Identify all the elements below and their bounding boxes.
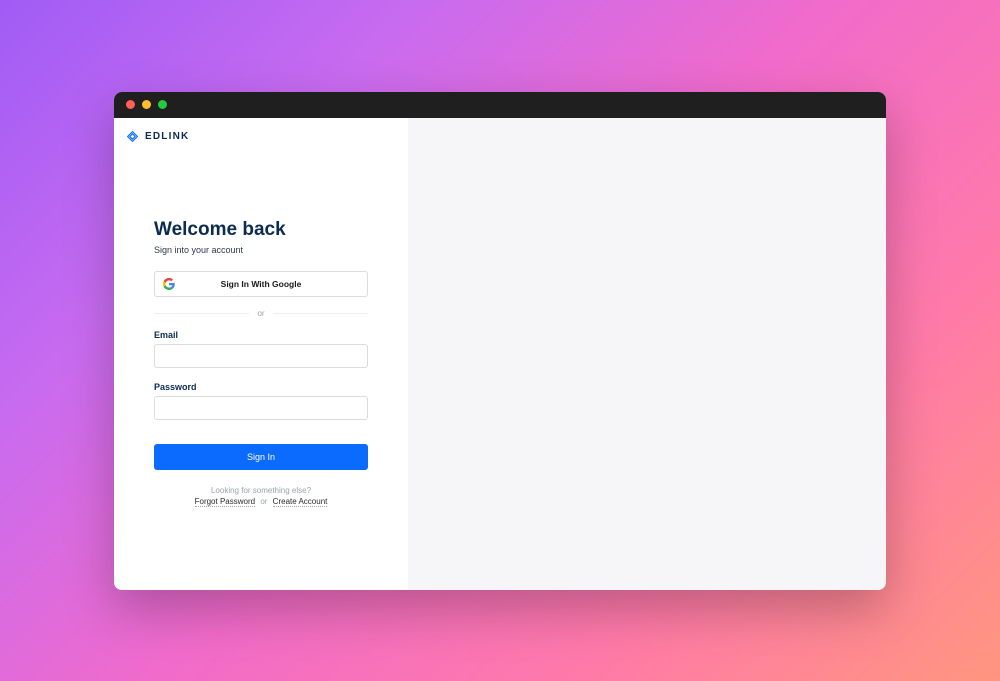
divider: or [154,309,368,318]
divider-line [154,313,249,314]
window-titlebar [114,92,886,118]
gradient-backdrop: EDLINK Welcome back Sign into your accou… [0,0,1000,681]
close-window-button[interactable] [126,100,135,109]
minimize-window-button[interactable] [142,100,151,109]
email-label: Email [154,330,368,340]
login-pane: EDLINK Welcome back Sign into your accou… [114,118,408,590]
password-field[interactable] [154,396,368,420]
page-subtitle: Sign into your account [154,245,368,255]
brand-name: EDLINK [145,131,189,142]
secondary-pane [408,118,886,590]
window-content: EDLINK Welcome back Sign into your accou… [114,118,886,590]
password-label: Password [154,382,368,392]
footer-links: Forgot Password or Create Account [154,497,368,506]
sign-in-with-google-button[interactable]: Sign In With Google [154,271,368,297]
email-field[interactable] [154,344,368,368]
forgot-password-link[interactable]: Forgot Password [195,497,255,507]
footer-prompt: Looking for something else? [154,486,368,495]
edlink-logo-icon [126,130,139,143]
login-form: Welcome back Sign into your account Sign… [114,143,408,506]
divider-text: or [249,309,272,318]
google-icon [163,278,175,290]
page-title: Welcome back [154,219,368,241]
create-account-link[interactable]: Create Account [273,497,328,507]
app-window: EDLINK Welcome back Sign into your accou… [114,92,886,590]
footer-or: or [257,497,270,506]
brand: EDLINK [114,130,408,143]
google-button-label: Sign In With Google [221,279,302,289]
footer: Looking for something else? Forgot Passw… [154,486,368,506]
maximize-window-button[interactable] [158,100,167,109]
sign-in-button[interactable]: Sign In [154,444,368,470]
divider-line [273,313,368,314]
